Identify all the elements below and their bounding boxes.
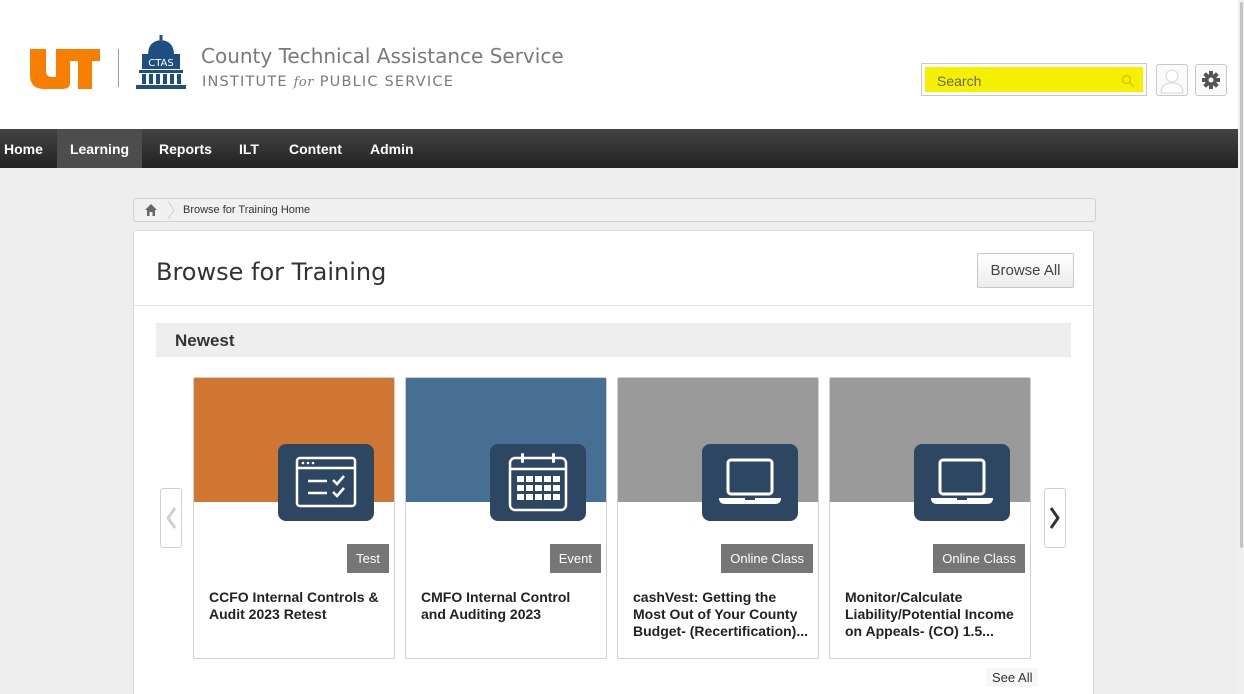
see-all-link[interactable]: See All bbox=[986, 668, 1039, 687]
test-checklist-icon bbox=[295, 456, 357, 508]
laptop-icon bbox=[719, 458, 781, 504]
card-type-badge: Online Class bbox=[721, 544, 813, 573]
nav-content[interactable]: Content bbox=[289, 129, 342, 168]
newest-section-header: Newest bbox=[156, 323, 1071, 357]
ut-logo[interactable]: UT bbox=[30, 47, 100, 89]
breadcrumb: Browse for Training Home bbox=[133, 198, 1096, 222]
card-icon-tile bbox=[702, 444, 798, 521]
gear-icon bbox=[1202, 71, 1220, 89]
card-icon-tile bbox=[278, 444, 374, 521]
browse-all-button[interactable]: Browse All bbox=[977, 253, 1074, 288]
ctas-logo-text: CTAS bbox=[148, 58, 174, 69]
nav-admin[interactable]: Admin bbox=[370, 129, 414, 168]
user-avatar-icon bbox=[1160, 69, 1184, 94]
card-title[interactable]: CCFO Internal Controls & Audit 2023 Rete… bbox=[209, 589, 385, 623]
card-type-badge: Test bbox=[347, 544, 389, 573]
user-profile-button[interactable] bbox=[1156, 64, 1188, 96]
card-title[interactable]: cashVest: Getting the Most Out of Your C… bbox=[633, 589, 809, 640]
org-name: County Technical Assistance Service bbox=[201, 44, 564, 68]
breadcrumb-separator-icon bbox=[167, 200, 175, 220]
main-nav: Home Learning Reports ILT Content Admin bbox=[0, 129, 1238, 168]
chevron-left-icon bbox=[166, 507, 177, 529]
card-title[interactable]: CMFO Internal Control and Auditing 2023 bbox=[421, 589, 597, 623]
calendar-icon bbox=[508, 453, 568, 512]
course-card[interactable]: Online Class cashVest: Getting the Most … bbox=[617, 377, 819, 659]
site-header: UT CTAS County Technical Assistance Serv… bbox=[0, 0, 1244, 129]
nav-reports[interactable]: Reports bbox=[159, 129, 212, 168]
card-icon-tile bbox=[490, 444, 586, 521]
card-type-badge: Event bbox=[549, 544, 601, 573]
ctas-logo[interactable]: CTAS bbox=[136, 35, 186, 89]
course-card[interactable]: Online Class Monitor/Calculate Liability… bbox=[829, 377, 1031, 659]
org-subtitle: INSTITUTE for PUBLIC SERVICE bbox=[202, 74, 454, 90]
panel-divider bbox=[134, 305, 1093, 306]
section-title: Newest bbox=[175, 331, 235, 350]
home-icon[interactable] bbox=[144, 203, 158, 217]
page-title: Browse for Training bbox=[156, 258, 387, 286]
breadcrumb-current: Browse for Training Home bbox=[183, 204, 311, 216]
carousel-next-button[interactable] bbox=[1044, 488, 1066, 548]
logo-divider bbox=[118, 49, 119, 87]
nav-learning[interactable]: Learning bbox=[57, 129, 142, 168]
course-card[interactable]: Event CMFO Internal Control and Auditing… bbox=[405, 377, 607, 659]
settings-button[interactable] bbox=[1195, 64, 1227, 96]
laptop-icon bbox=[931, 458, 993, 504]
search-input[interactable] bbox=[937, 72, 1117, 90]
search-icon[interactable] bbox=[1121, 74, 1135, 88]
search-box bbox=[921, 63, 1147, 96]
scrollbar-thumb[interactable] bbox=[1240, 2, 1243, 548]
card-type-badge: Online Class bbox=[933, 544, 1025, 573]
org-sub-for: for bbox=[293, 75, 314, 90]
org-sub-part-2: PUBLIC SERVICE bbox=[319, 74, 455, 90]
nav-ilt[interactable]: ILT bbox=[239, 129, 259, 168]
card-icon-tile bbox=[914, 444, 1010, 521]
org-sub-part-1: INSTITUTE bbox=[202, 74, 288, 90]
carousel-prev-button[interactable] bbox=[160, 488, 182, 548]
search-highlight bbox=[925, 67, 1143, 92]
card-title[interactable]: Monitor/Calculate Liability/Potential In… bbox=[845, 589, 1021, 640]
course-card[interactable]: Test CCFO Internal Controls & Audit 2023… bbox=[193, 377, 395, 659]
chevron-right-icon bbox=[1049, 507, 1060, 529]
nav-home[interactable]: Home bbox=[0, 129, 52, 168]
